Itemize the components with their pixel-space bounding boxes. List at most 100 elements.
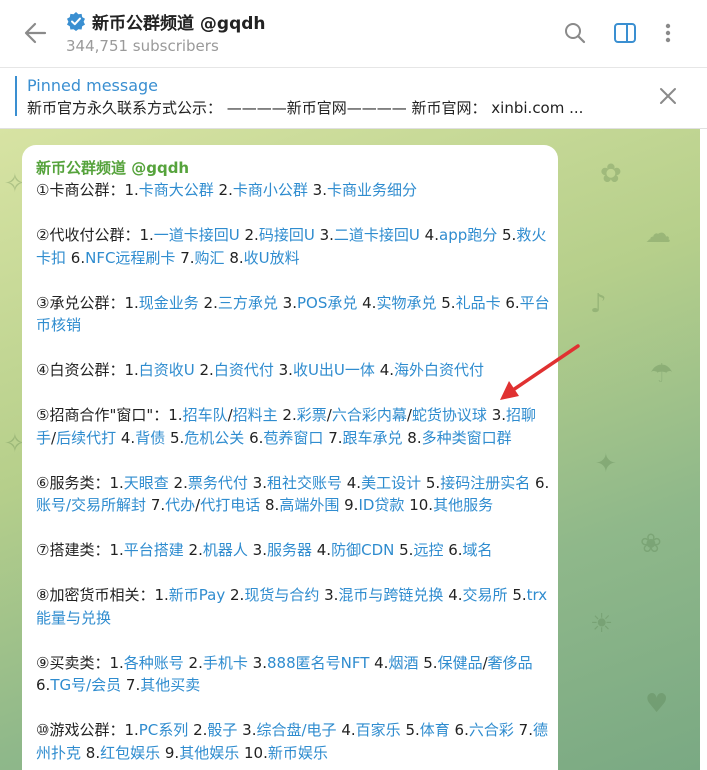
message-sender: 新币公群频道 @gqdh xyxy=(36,159,190,177)
message-link[interactable]: 综合盘/电子 xyxy=(257,721,337,739)
message-link[interactable]: 防御CDN xyxy=(331,541,394,559)
message-link[interactable]: 六合彩内幕 xyxy=(332,406,407,424)
close-icon[interactable] xyxy=(656,84,680,108)
message-link[interactable]: 交易所 xyxy=(463,586,508,604)
message-link[interactable]: TG号/会员 xyxy=(50,676,121,694)
search-icon[interactable] xyxy=(562,20,588,46)
message-paragraph: ⑥服务类：1.天眼查 2.票务代付 3.租社交账号 4.美工设计 5.接码注册实… xyxy=(36,472,550,517)
message-link[interactable]: 奢侈品 xyxy=(488,654,533,672)
message-link[interactable]: 现货与合约 xyxy=(244,586,319,604)
message-text-segment: 3. xyxy=(277,293,297,312)
message-link[interactable]: 二道卡接回U xyxy=(334,226,420,244)
message-link[interactable]: 票务代付 xyxy=(188,474,248,492)
message-link[interactable]: 白资代付 xyxy=(214,361,274,379)
message-link[interactable]: 招车队 xyxy=(183,406,228,424)
message-text-segment: 6. xyxy=(443,541,463,559)
message-link[interactable]: 白资收U xyxy=(139,361,195,379)
message-link[interactable]: 苞养窗口 xyxy=(263,429,323,447)
message-link[interactable]: 接码注册实名 xyxy=(440,474,530,492)
message-link[interactable]: 背债 xyxy=(135,429,165,447)
message-link[interactable]: 体育 xyxy=(420,721,450,739)
message-link[interactable]: PC系列 xyxy=(139,721,189,739)
message-text-segment: 5. xyxy=(497,226,517,244)
message-link[interactable]: 混币与跨链兑换 xyxy=(338,586,443,604)
message-link[interactable]: 百家乐 xyxy=(356,721,401,739)
message-link[interactable]: POS承兑 xyxy=(297,294,357,312)
message-link[interactable]: 代办 xyxy=(165,496,195,514)
message-link[interactable]: 新币Pay xyxy=(169,586,225,604)
message-link[interactable]: 码接回U xyxy=(259,226,315,244)
message-link[interactable]: 六合彩 xyxy=(469,721,514,739)
pinned-message-bar[interactable]: Pinned message 新币官方永久联系方式公示： ————新币官网———… xyxy=(0,68,707,129)
message-link[interactable]: NFC远程刷卡 xyxy=(85,249,175,267)
channel-info[interactable]: 新币公群频道 @gqdh 344,751 subscribers xyxy=(66,9,266,55)
message-text-segment: 4. xyxy=(357,293,377,312)
message-text-segment: 3. xyxy=(319,586,339,604)
message-link[interactable]: 服务器 xyxy=(267,541,312,559)
message-link[interactable]: 账号/交易所解封 xyxy=(36,496,146,514)
message-link[interactable]: 其他服务 xyxy=(433,496,493,514)
message-link[interactable]: 卡商业务细分 xyxy=(327,181,417,199)
doodle-icon: ♪ xyxy=(590,289,607,319)
doodle-icon: ❀ xyxy=(640,529,662,559)
message-text-segment: 4. xyxy=(342,473,362,492)
message-link[interactable]: 手机卡 xyxy=(203,654,248,672)
message-link[interactable]: 礼品卡 xyxy=(456,294,501,312)
message-link[interactable]: 危机公关 xyxy=(184,429,244,447)
message-link[interactable]: 平台搭建 xyxy=(124,541,184,559)
message-link[interactable]: 租社交账号 xyxy=(267,474,342,492)
message-link[interactable]: 彩票 xyxy=(297,406,327,424)
message-bubble[interactable]: 新币公群频道 @gqdh ①卡商公群：1.卡商大公群 2.卡商小公群 3.卡商业… xyxy=(22,145,558,770)
message-paragraph: ①卡商公群：1.卡商大公群 2.卡商小公群 3.卡商业务细分 xyxy=(36,179,550,202)
message-link[interactable]: ID贷款 xyxy=(358,496,404,514)
message-text-segment: 8. xyxy=(224,248,244,267)
message-link[interactable]: 卡商小公群 xyxy=(233,181,308,199)
message-link[interactable]: 招料主 xyxy=(233,406,278,424)
message-link[interactable]: 蛇货协议球 xyxy=(412,406,487,424)
message-link[interactable]: 现金业务 xyxy=(139,294,199,312)
message-link[interactable]: 代打电话 xyxy=(200,496,260,514)
scrollbar[interactable] xyxy=(700,129,707,770)
message-text-segment: ⑤招商合作"窗口"：1. xyxy=(36,406,183,424)
message-text-segment: 2. xyxy=(239,226,259,244)
message-link[interactable]: app跑分 xyxy=(439,226,497,244)
message-link[interactable]: 高端外围 xyxy=(279,496,339,514)
message-link[interactable]: 远控 xyxy=(413,541,443,559)
message-link[interactable]: 三方承兑 xyxy=(218,294,278,312)
message-link[interactable]: 卡商大公群 xyxy=(139,181,214,199)
back-arrow-icon[interactable] xyxy=(22,18,50,48)
message-link[interactable]: 其他买卖 xyxy=(140,676,200,694)
message-link[interactable]: 其他娱乐 xyxy=(179,744,239,762)
message-link[interactable]: 天眼查 xyxy=(124,474,169,492)
message-link[interactable]: 机器人 xyxy=(203,541,248,559)
message-text-segment: 6. xyxy=(530,473,550,492)
message-link[interactable]: 购汇 xyxy=(195,249,225,267)
message-link[interactable]: 美工设计 xyxy=(361,474,421,492)
message-text-segment: 4. xyxy=(312,541,332,559)
message-link[interactable]: 骰子 xyxy=(207,721,237,739)
message-link[interactable]: 域名 xyxy=(463,541,493,559)
message-text-segment: 3. xyxy=(273,361,293,379)
message-text-segment: 2. xyxy=(183,653,203,672)
message-link[interactable]: 888匿名号NFT xyxy=(267,654,369,672)
message-link[interactable]: 红包娱乐 xyxy=(100,744,160,762)
message-text-segment: 10. xyxy=(239,743,268,762)
message-link[interactable]: 收U放料 xyxy=(244,249,300,267)
message-link[interactable]: 各种账号 xyxy=(124,654,184,672)
more-vertical-icon[interactable] xyxy=(655,20,681,46)
message-text-segment: 9. xyxy=(160,743,180,762)
message-link[interactable]: 收U出U一体 xyxy=(293,361,375,379)
sidebar-toggle-icon[interactable] xyxy=(612,20,638,46)
message-link[interactable]: 保健品 xyxy=(438,654,483,672)
message-link[interactable]: 新币娱乐 xyxy=(268,744,328,762)
message-link[interactable]: 多种类窗口群 xyxy=(422,429,512,447)
message-link[interactable]: 后续代打 xyxy=(56,429,116,447)
doodle-icon: ☀ xyxy=(590,609,614,639)
message-text-segment: 8. xyxy=(81,743,101,762)
message-link[interactable]: 实物承兑 xyxy=(376,294,436,312)
message-link[interactable]: 跟车承兑 xyxy=(343,429,403,447)
message-link[interactable]: 一道卡接回U xyxy=(154,226,240,244)
message-link[interactable]: 烟酒 xyxy=(388,654,418,672)
message-text-segment: 5. xyxy=(165,428,185,447)
message-link[interactable]: 海外白资代付 xyxy=(394,361,484,379)
